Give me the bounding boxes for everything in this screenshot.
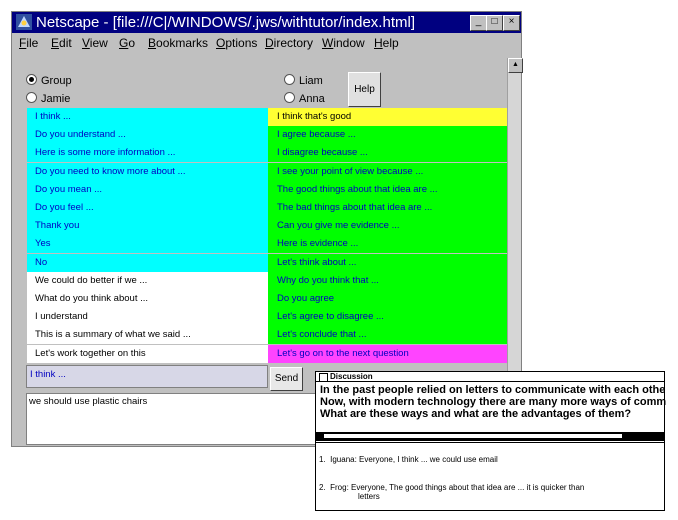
menu-view[interactable]: View [82, 36, 108, 50]
right-phrase-button[interactable]: I disagree because ... [268, 144, 507, 163]
right-phrase-button[interactable]: Let's agree to disagree ... [268, 308, 507, 327]
discussion-posts[interactable]: 1. Iguana: Everyone, I think ... we coul… [316, 442, 664, 510]
radio-anna[interactable]: Anna [284, 92, 325, 105]
netscape-logo-icon [16, 14, 32, 30]
left-phrase-button[interactable]: Do you understand ... [27, 126, 268, 145]
radio-label: Anna [299, 93, 325, 105]
right-phrase-button[interactable]: Let's conclude that ... [268, 326, 507, 345]
left-phrase-button[interactable]: Yes [27, 235, 268, 254]
right-phrase-button[interactable]: Here is evidence ... [268, 235, 507, 254]
radio-label: Jamie [41, 93, 71, 105]
left-phrase-button[interactable]: Do you feel ... [27, 199, 268, 217]
post-text: Frog: Everyone, The good things about th… [330, 483, 585, 492]
left-phrase-button[interactable]: I think ... [27, 108, 268, 126]
right-phrase-button[interactable]: Can you give me evidence ... [268, 217, 507, 236]
left-phrase-button[interactable]: No [27, 253, 268, 272]
menu-file[interactable]: File [19, 36, 38, 50]
window-title: Netscape - [file:///C|/WINDOWS/.jws/with… [36, 14, 415, 31]
discussion-question: In the past people relied on letters to … [320, 384, 666, 436]
radio-label: Liam [299, 75, 323, 87]
maximize-button[interactable]: □ [486, 15, 503, 31]
scroll-track[interactable] [324, 434, 622, 438]
left-phrase-button[interactable]: This is a summary of what we said ... [27, 326, 268, 345]
discussion-title: Discussion [330, 372, 373, 381]
question-line: Now, with modern technology there are ma… [320, 396, 666, 408]
post-number: 1. [319, 455, 326, 464]
question-line: What are these ways and what are the adv… [320, 408, 632, 420]
menu-bar: File Edit View Go Bookmarks Options Dire… [12, 33, 521, 53]
radio-liam[interactable]: Liam [284, 74, 323, 87]
right-phrase-button[interactable]: I agree because ... [268, 126, 507, 145]
radio-jamie[interactable]: Jamie [26, 92, 70, 105]
right-phrase-button[interactable]: I see your point of view because ... [268, 162, 507, 181]
radio-group[interactable]: Group [26, 74, 72, 87]
radio-unchecked-icon [26, 92, 37, 103]
menu-options[interactable]: Options [216, 36, 257, 50]
menu-help[interactable]: Help [374, 36, 399, 50]
send-button[interactable]: Send [270, 367, 303, 391]
menu-directory[interactable]: Directory [265, 36, 313, 50]
menu-edit[interactable]: Edit [51, 36, 72, 50]
menu-bookmarks[interactable]: Bookmarks [148, 36, 208, 50]
window-menu-icon[interactable] [319, 373, 328, 382]
left-phrase-button[interactable]: What do you think about ... [27, 290, 268, 308]
right-phrase-button[interactable]: I think that's good [268, 108, 507, 126]
radio-unchecked-icon [284, 92, 295, 103]
post-item: 1. Iguana: Everyone, I think ... we coul… [319, 455, 498, 464]
close-button[interactable]: × [503, 15, 520, 31]
menu-window[interactable]: Window [322, 36, 365, 50]
radio-checked-icon [26, 74, 37, 85]
left-phrase-button[interactable]: We could do better if we ... [27, 271, 268, 290]
chat-log[interactable]: we should use plastic chairs [26, 393, 316, 445]
help-button[interactable]: Help [348, 72, 381, 107]
scroll-up-arrow-icon[interactable]: ▲ [508, 58, 523, 73]
right-phrase-button[interactable]: The good things about that idea are ... [268, 180, 507, 199]
right-phrase-button[interactable]: Do you agree [268, 290, 507, 308]
right-phrase-button[interactable]: Let's think about ... [268, 253, 507, 272]
left-phrase-button[interactable]: I understand [27, 308, 268, 327]
message-input[interactable]: I think ... [26, 365, 268, 388]
radio-label: Group [41, 75, 72, 87]
minimize-button[interactable]: _ [470, 15, 487, 31]
radio-unchecked-icon [284, 74, 295, 85]
left-phrase-button[interactable]: Do you need to know more about ... [27, 162, 268, 181]
right-phrase-button[interactable]: Let's go on to the next question [268, 344, 507, 363]
left-phrase-button[interactable]: Do you mean ... [27, 180, 268, 199]
post-text: Iguana: Everyone, I think ... we could u… [330, 455, 498, 464]
left-phrase-button[interactable]: Let's work together on this [27, 344, 268, 363]
discussion-window: Discussion In the past people relied on … [315, 371, 666, 511]
right-phrase-button[interactable]: The bad things about that idea are ... [268, 199, 507, 217]
right-phrase-button[interactable]: Why do you think that ... [268, 271, 507, 290]
discussion-title-bar[interactable]: Discussion [316, 372, 664, 382]
horizontal-scrollbar[interactable] [316, 432, 664, 441]
menu-go[interactable]: Go [119, 36, 135, 50]
post-number: 2. [319, 483, 326, 492]
post-item: 2. Frog: Everyone, The good things about… [319, 483, 584, 492]
title-bar[interactable]: Netscape - [file:///C|/WINDOWS/.jws/with… [12, 12, 521, 33]
question-line: In the past people relied on letters to … [320, 384, 666, 396]
left-phrase-button[interactable]: Here is some more information ... [27, 144, 268, 163]
post-continuation: letters [358, 492, 380, 501]
left-phrase-button[interactable]: Thank you [27, 217, 268, 236]
